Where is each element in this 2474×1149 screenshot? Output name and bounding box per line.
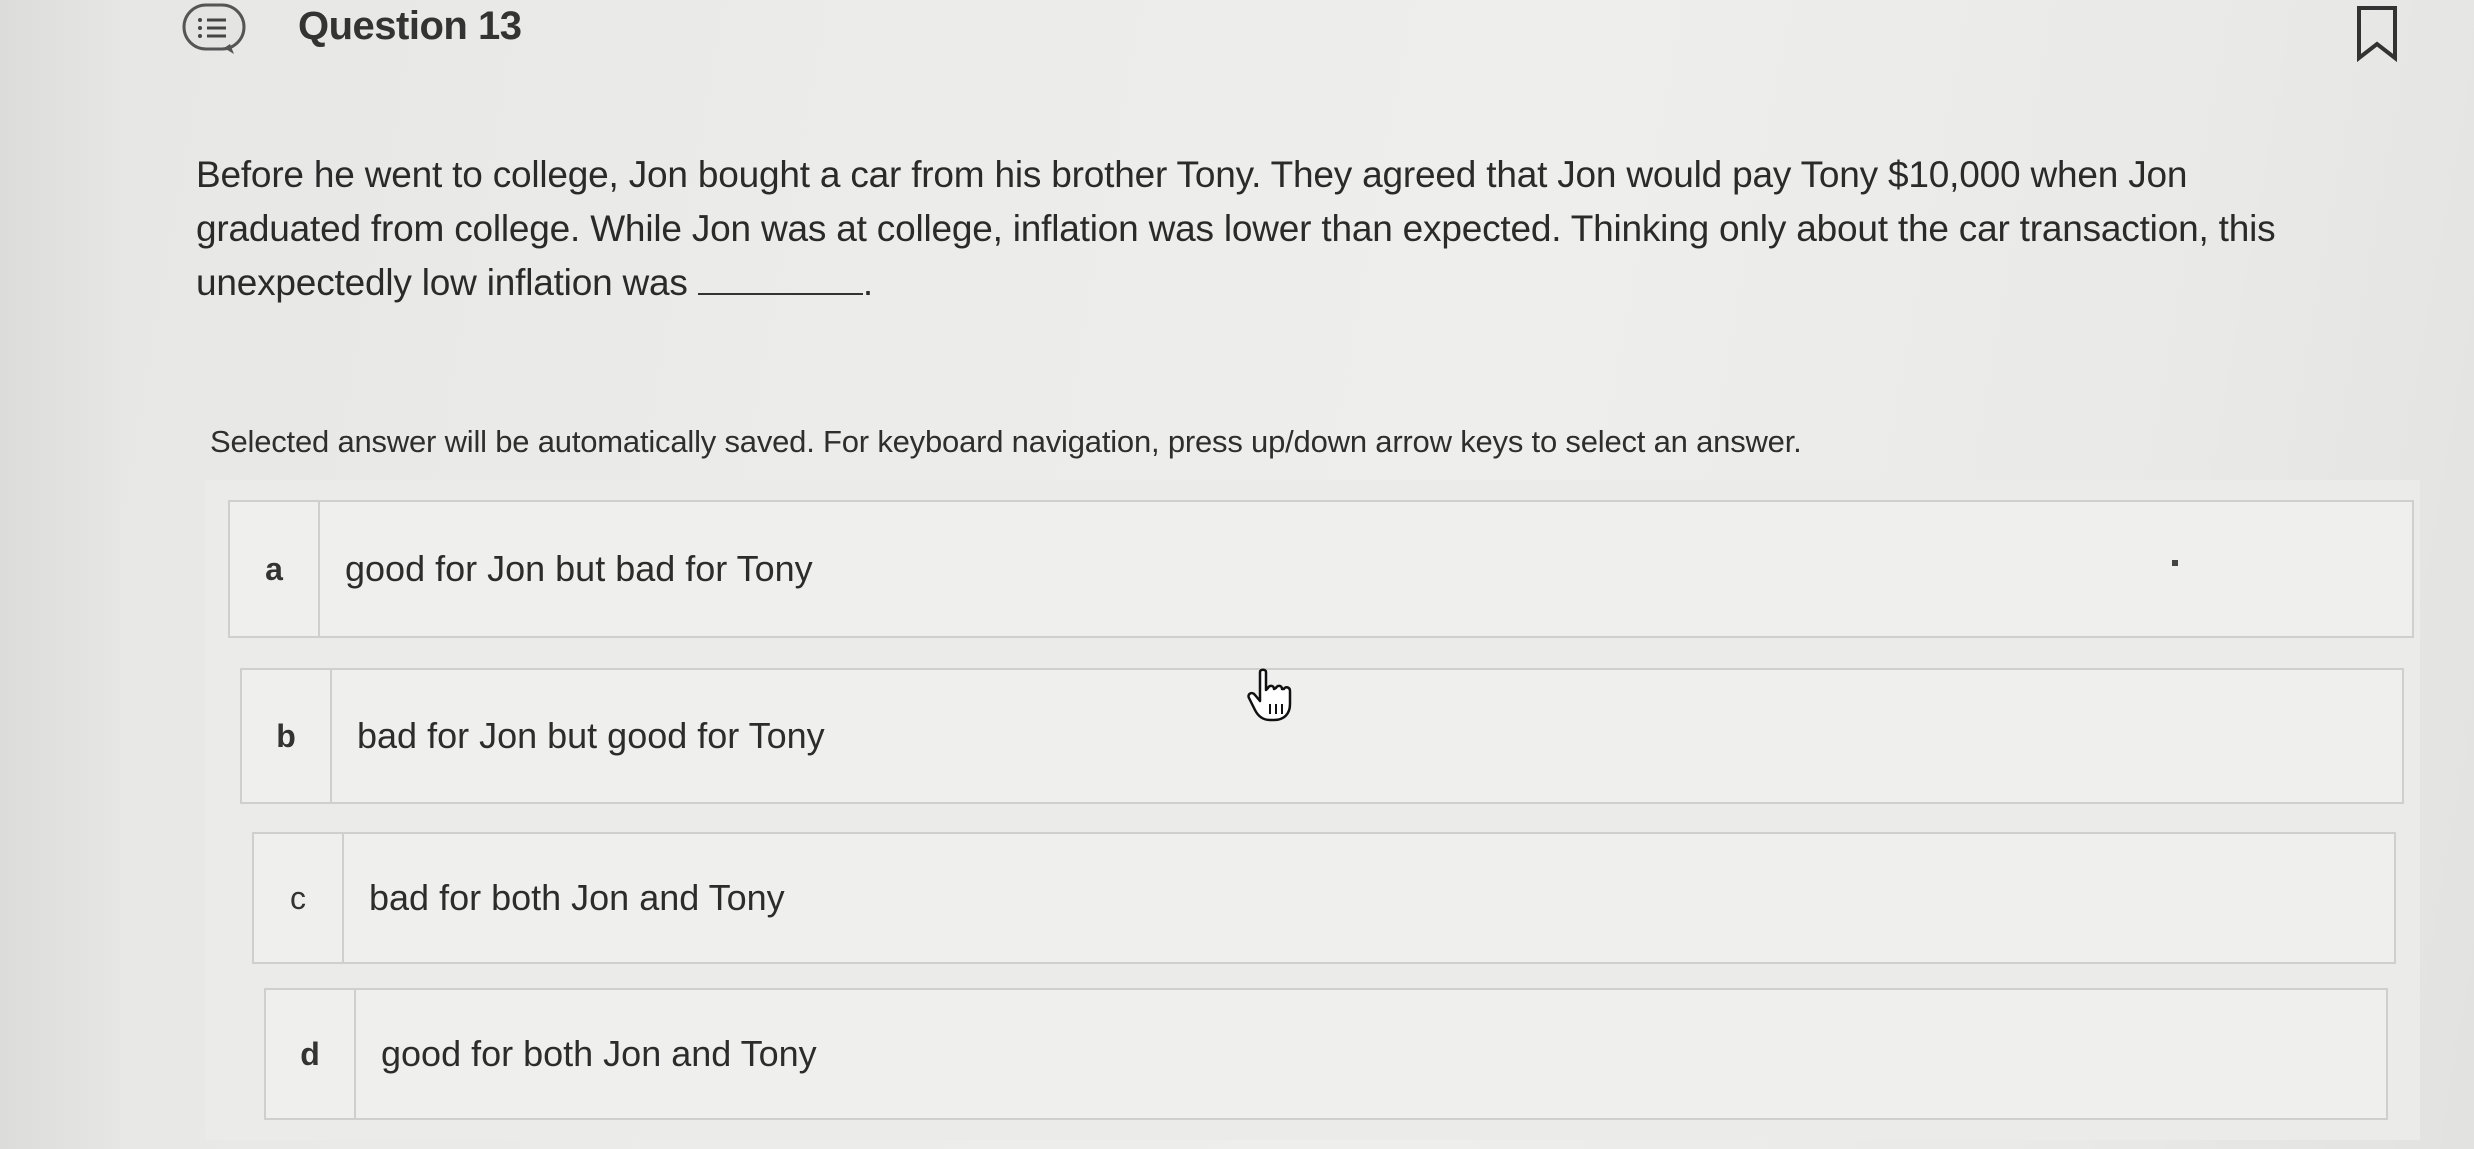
question-line-3-suffix: . [862, 262, 873, 303]
question-line-2: graduated from college. While Jon was at… [196, 208, 2276, 249]
question-text: Before he went to college, Jon bought a … [196, 148, 2446, 310]
option-text: bad for Jon but good for Tony [357, 715, 825, 756]
option-letter: d [266, 990, 356, 1118]
question-header: Question 13 [180, 0, 2440, 60]
bookmark-icon[interactable] [2355, 4, 2399, 62]
answer-option-d[interactable]: d good for both Jon and Tony [264, 988, 2388, 1120]
hand-pointer-icon [1247, 668, 1292, 722]
answer-option-b[interactable]: b bad for Jon but good for Tony [240, 668, 2404, 804]
question-line-3-prefix: unexpectedly low inflation was [196, 262, 688, 303]
answer-blank [697, 265, 863, 295]
option-letter: c [254, 834, 344, 962]
answer-option-a[interactable]: a good for Jon but bad for Tony [228, 500, 2414, 638]
question-line-1: Before he went to college, Jon bought a … [196, 154, 2188, 195]
question-line-3: unexpectedly low inflation was . [196, 256, 2446, 310]
answer-option-c[interactable]: c bad for both Jon and Tony [252, 832, 2396, 964]
option-text: bad for both Jon and Tony [369, 877, 785, 918]
dot-mark [2172, 560, 2178, 566]
option-text: good for both Jon and Tony [381, 1033, 817, 1074]
option-letter: b [242, 670, 332, 802]
question-title: Question 13 [298, 4, 522, 48]
option-letter: a [230, 502, 320, 636]
list-bubble-icon[interactable] [180, 2, 246, 54]
page-left-edge [0, 0, 120, 1149]
instruction-text: Selected answer will be automatically sa… [210, 424, 1802, 459]
option-text: good for Jon but bad for Tony [345, 548, 813, 589]
